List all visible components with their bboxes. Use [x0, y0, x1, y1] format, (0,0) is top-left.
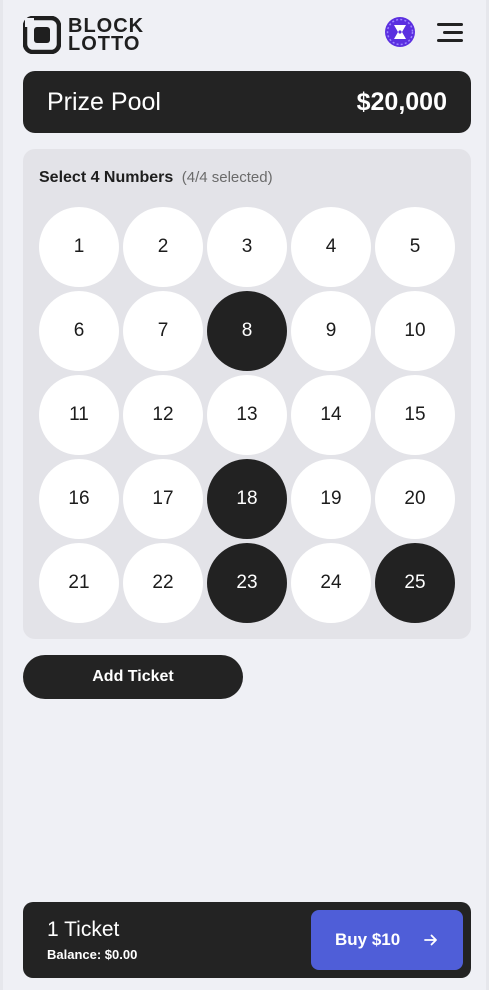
picker-title: Select 4 Numbers [39, 169, 174, 186]
number-grid: 1 2 3 4 5 6 7 8 9 10 11 12 13 14 15 16 17 18 19 20 21 22 23 24 2… [39, 207, 455, 623]
number-ball-6[interactable]: 6 [39, 291, 119, 371]
app-frame: BLOCK LOTTO Prize Pool $20,000 Select 4 … [0, 0, 489, 990]
prize-pool-value: $20,000 [356, 87, 447, 116]
number-ball-16[interactable]: 16 [39, 459, 119, 539]
number-ball-23[interactable]: 23 [207, 543, 287, 623]
number-ball-17[interactable]: 17 [123, 459, 203, 539]
number-ball-13[interactable]: 13 [207, 375, 287, 455]
checkout-bar: 1 Ticket Balance: $0.00 Buy $10 [23, 902, 471, 978]
balance: Balance: $0.00 [47, 947, 138, 962]
add-ticket-button[interactable]: Add Ticket [23, 655, 243, 699]
number-ball-8[interactable]: 8 [207, 291, 287, 371]
number-ball-4[interactable]: 4 [291, 207, 371, 287]
picker-header: Select 4 Numbers (4/4 selected) [39, 169, 273, 187]
wallet-avatar-icon[interactable] [385, 17, 415, 47]
number-ball-15[interactable]: 15 [375, 375, 455, 455]
number-ball-9[interactable]: 9 [291, 291, 371, 371]
number-ball-5[interactable]: 5 [375, 207, 455, 287]
prize-pool-card: Prize Pool $20,000 [23, 71, 471, 133]
number-ball-2[interactable]: 2 [123, 207, 203, 287]
number-ball-11[interactable]: 11 [39, 375, 119, 455]
number-ball-22[interactable]: 22 [123, 543, 203, 623]
picker-count: (4/4 selected) [181, 169, 273, 186]
number-ball-12[interactable]: 12 [123, 375, 203, 455]
number-ball-3[interactable]: 3 [207, 207, 287, 287]
arrow-right-icon [424, 934, 437, 946]
ticket-count: 1 Ticket [47, 918, 120, 941]
number-ball-1[interactable]: 1 [39, 207, 119, 287]
buy-button-label: Buy $10 [335, 930, 401, 949]
number-ball-14[interactable]: 14 [291, 375, 371, 455]
number-ball-10[interactable]: 10 [375, 291, 455, 371]
logo-line-2: LOTTO [68, 33, 141, 55]
logo-mark-icon [23, 16, 61, 54]
logo-text: BLOCK LOTTO [68, 16, 144, 55]
number-ball-21[interactable]: 21 [39, 543, 119, 623]
number-ball-24[interactable]: 24 [291, 543, 371, 623]
number-ball-7[interactable]: 7 [123, 291, 203, 371]
hamburger-menu-icon[interactable] [437, 23, 463, 43]
prize-pool-label: Prize Pool [47, 87, 161, 116]
number-ball-18[interactable]: 18 [207, 459, 287, 539]
number-ball-19[interactable]: 19 [291, 459, 371, 539]
number-ball-20[interactable]: 20 [375, 459, 455, 539]
number-picker: Select 4 Numbers (4/4 selected) 12345678… [23, 149, 471, 639]
header: BLOCK LOTTO [23, 14, 471, 58]
buy-button[interactable]: Buy $10 [311, 910, 463, 970]
number-ball-25[interactable]: 25 [375, 543, 455, 623]
logo[interactable]: BLOCK LOTTO [23, 16, 144, 54]
